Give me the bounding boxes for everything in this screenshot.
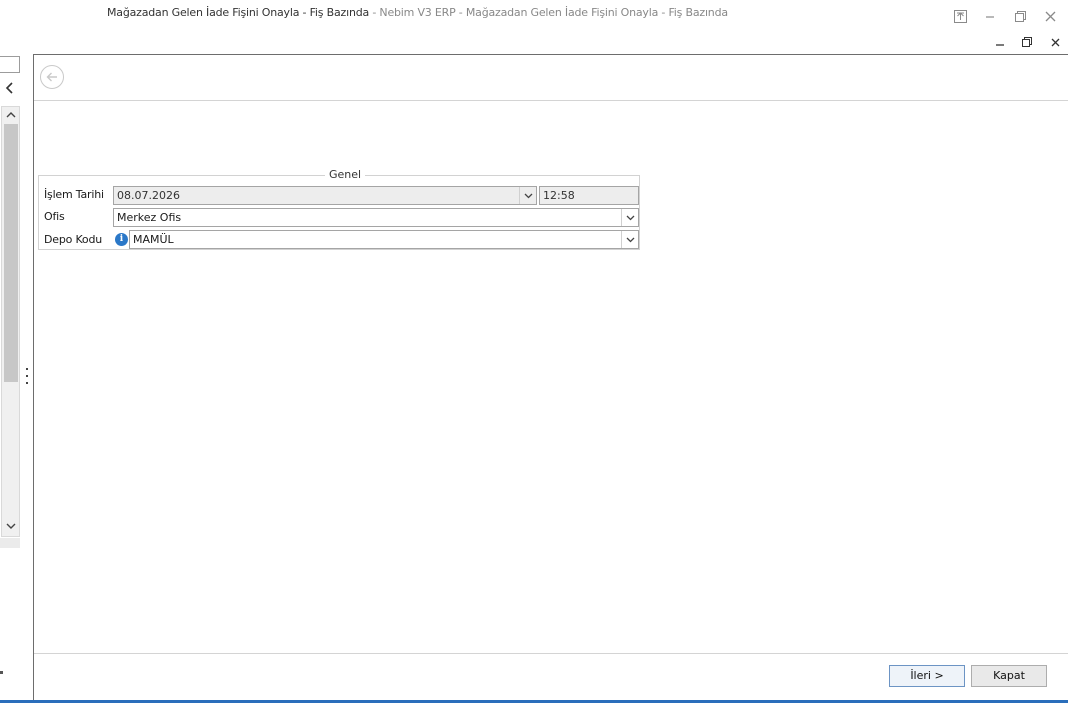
collapse-panel-icon[interactable] [3, 81, 17, 95]
back-arrow-icon[interactable] [40, 65, 64, 89]
minimize-icon[interactable] [979, 6, 1001, 26]
pin-icon[interactable] [949, 6, 971, 26]
title-bar: Mağazadan Gelen İade Fişini Onayla - Fiş… [0, 0, 1068, 30]
islem-tarihi-date-field[interactable]: 08.07.2026 [113, 186, 537, 205]
side-panel-search-box[interactable] [0, 56, 20, 73]
mdi-minimize-icon[interactable] [990, 34, 1010, 50]
info-icon[interactable]: i [115, 233, 128, 246]
mdi-close-icon[interactable] [1045, 34, 1065, 50]
main-form: Genel İşlem Tarihi 08.07.2026 12:58 Ofis… [33, 54, 1068, 700]
islem-tarihi-date-value: 08.07.2026 [117, 189, 180, 202]
window-title: Mağazadan Gelen İade Fişini Onayla - Fiş… [107, 6, 728, 19]
next-button[interactable]: İleri > [889, 665, 965, 687]
restore-icon[interactable] [1009, 6, 1031, 26]
group-title: Genel [325, 168, 366, 181]
ofis-select[interactable]: Merkez Ofis [113, 208, 639, 227]
chevron-down-icon[interactable] [519, 187, 536, 204]
depo-kodu-label: Depo Kodu [44, 233, 102, 246]
side-panel-marker [0, 671, 3, 674]
side-panel-scrollbar[interactable] [1, 106, 20, 537]
chevron-down-icon[interactable] [621, 209, 638, 226]
islem-tarihi-label: İşlem Tarihi [44, 188, 104, 201]
scrollbar-thumb[interactable] [4, 124, 18, 382]
scroll-down-icon[interactable] [5, 521, 17, 531]
islem-tarihi-time-value: 12:58 [543, 189, 575, 202]
general-group: Genel İşlem Tarihi 08.07.2026 12:58 Ofis… [38, 168, 640, 250]
splitter-grip-icon[interactable] [25, 368, 28, 384]
chevron-down-icon[interactable] [621, 231, 638, 248]
header-divider [34, 100, 1068, 101]
close-button[interactable]: Kapat [971, 665, 1047, 687]
islem-tarihi-time-field[interactable]: 12:58 [539, 186, 639, 205]
ofis-value: Merkez Ofis [117, 211, 182, 224]
ofis-label: Ofis [44, 210, 65, 223]
depo-kodu-select[interactable]: MAMÜL [129, 230, 639, 249]
scroll-up-icon[interactable] [5, 110, 17, 120]
mdi-restore-icon[interactable] [1017, 34, 1037, 50]
window-title-sub: - Nebim V3 ERP - Mağazadan Gelen İade Fi… [369, 6, 728, 19]
side-panel-footer [0, 538, 20, 548]
window-title-main: Mağazadan Gelen İade Fişini Onayla - Fiş… [107, 6, 370, 19]
close-icon[interactable] [1039, 6, 1061, 26]
footer-divider [34, 653, 1068, 654]
depo-kodu-value: MAMÜL [133, 233, 174, 246]
